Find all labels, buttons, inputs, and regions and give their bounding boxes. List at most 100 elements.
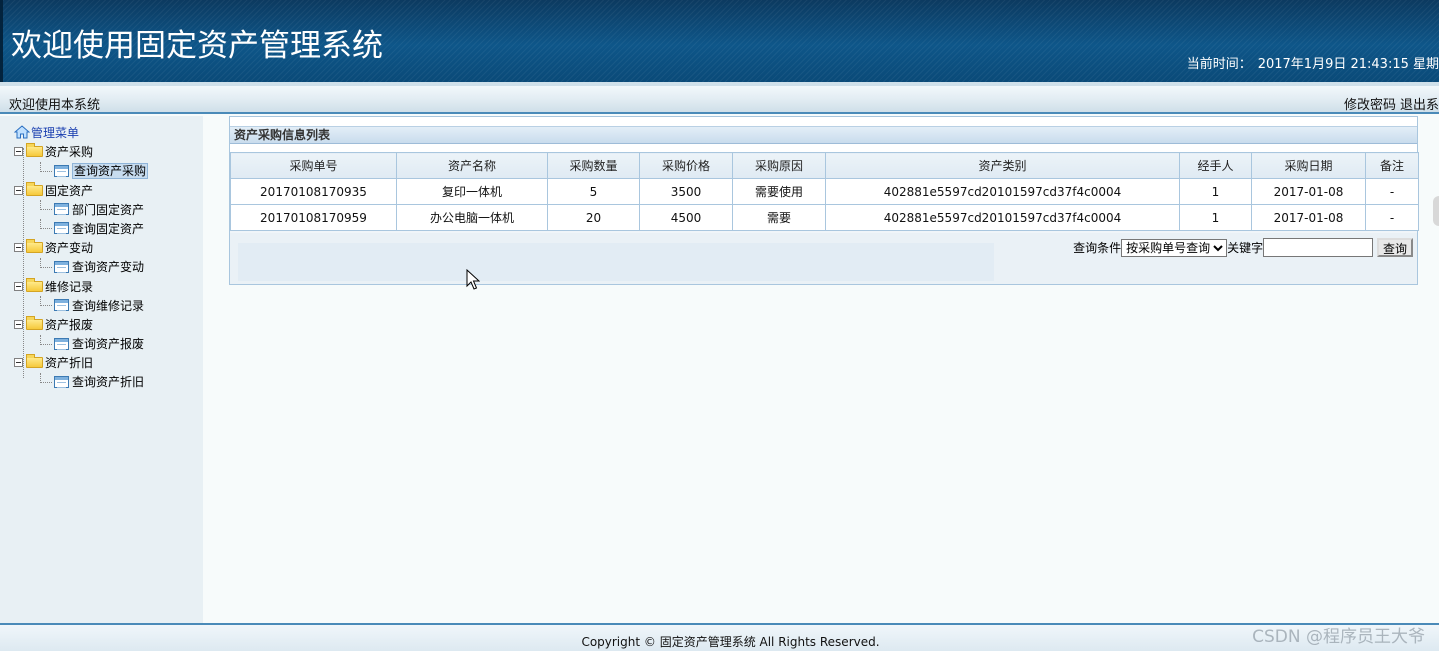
search-bar: 查询条件 按采购单号查询 关键字 查询	[230, 233, 1417, 284]
tree-root[interactable]: 管理菜单	[14, 124, 148, 143]
table-header-row: 采购单号 资产名称 采购数量 采购价格 采购原因 资产类别 经手人 采购日期 备…	[230, 152, 1419, 179]
collapse-icon[interactable]	[14, 243, 23, 253]
folder-icon	[26, 315, 43, 330]
page-icon	[54, 337, 69, 350]
table-cell: 3500	[639, 178, 733, 205]
col-header: 采购数量	[547, 152, 640, 179]
copyright-text: Copyright © 固定资产管理系统 All Rights Reserved…	[581, 635, 880, 649]
tree-group-label: 维修记录	[45, 279, 94, 294]
table-cell: 20170108170935	[230, 178, 397, 205]
sidebar: 管理菜单 资产采购 查询资产采购 固定资产 部门固定资产 查询固定资产 资产变动…	[0, 116, 203, 623]
page-icon	[54, 260, 69, 273]
table-cell: -	[1365, 178, 1419, 205]
table-cell: 需要使用	[732, 178, 826, 205]
table-cell: 需要	[732, 204, 826, 231]
footer: Copyright © 固定资产管理系统 All Rights Reserved…	[0, 623, 1439, 651]
tree-item-query-depreciation[interactable]: 查询资产折旧	[14, 372, 148, 392]
search-button[interactable]: 查询	[1377, 238, 1413, 257]
table-cell: 402881e5597cd20101597cd37f4c0004	[825, 178, 1180, 205]
system-title: 欢迎使用固定资产管理系统	[11, 28, 383, 64]
tree-item-query-repair[interactable]: 查询维修记录	[14, 296, 148, 316]
table-cell: 4500	[639, 204, 733, 231]
table-cell: 5	[547, 178, 640, 205]
tree-group-depreciation[interactable]: 资产折旧	[14, 354, 148, 373]
tree-item-label: 查询固定资产	[72, 221, 145, 236]
user-actions: 修改密码 退出系	[1340, 94, 1439, 113]
page-icon	[54, 299, 69, 312]
collapse-icon[interactable]	[14, 185, 23, 195]
tree-item-label: 查询资产变动	[72, 260, 145, 275]
condition-label: 查询条件	[1073, 241, 1122, 255]
table-cell: 2017-01-08	[1251, 204, 1366, 231]
tree-group-label: 资产采购	[45, 145, 94, 160]
table-cell: 办公电脑一体机	[396, 204, 548, 231]
nav-bar: 欢迎使用本系统 修改密码 退出系	[0, 82, 1439, 114]
current-time: 当前时间： 2017年1月9日 21:43:15 星期	[1187, 53, 1439, 72]
panel-title: 资产采购信息列表	[230, 126, 1417, 144]
table-cell: -	[1365, 204, 1419, 231]
tree-group-repair[interactable]: 维修记录	[14, 277, 148, 297]
tree-root-label: 管理菜单	[31, 126, 80, 140]
collapse-icon[interactable]	[14, 281, 23, 291]
mouse-cursor-icon	[466, 269, 480, 290]
logout-link[interactable]: 退出系	[1400, 98, 1439, 113]
table-cell: 20170108170959	[230, 204, 397, 231]
table-row[interactable]: 20170108170935 复印一体机 5 3500 需要使用 402881e…	[230, 178, 1419, 205]
purchase-list-panel: 资产采购信息列表 采购单号 资产名称 采购数量 采购价格 采购原因 资产类别 经…	[229, 116, 1419, 285]
table-cell: 402881e5597cd20101597cd37f4c0004	[825, 204, 1180, 231]
col-header: 采购单号	[230, 152, 397, 179]
tree-group-asset-purchase[interactable]: 资产采购	[14, 143, 148, 162]
col-header: 资产名称	[396, 152, 548, 179]
folder-icon	[26, 181, 43, 196]
tree-group-label: 资产变动	[45, 241, 94, 256]
tree-item-query-purchase[interactable]: 查询资产采购	[14, 161, 149, 181]
tree-item-label: 查询资产折旧	[72, 375, 145, 390]
menu-tree: 管理菜单 资产采购 查询资产采购 固定资产 部门固定资产 查询固定资产 资产变动…	[14, 124, 149, 393]
page-icon	[54, 203, 69, 216]
table-cell: 复印一体机	[396, 178, 548, 205]
scroll-handle[interactable]	[1433, 196, 1439, 226]
tree-group-asset-change[interactable]: 资产变动	[14, 239, 148, 258]
tree-item-label: 部门固定资产	[72, 202, 145, 217]
tree-group-label: 资产报废	[45, 317, 94, 332]
time-value: 2017年1月9日 21:43:15 星期	[1257, 57, 1439, 72]
page-icon	[54, 375, 69, 388]
keyword-label: 关键字	[1227, 241, 1264, 255]
table-cell: 1	[1179, 204, 1252, 231]
tree-item-query-scrap[interactable]: 查询资产报废	[14, 334, 148, 354]
folder-icon	[26, 239, 43, 254]
table-cell: 1	[1179, 178, 1252, 205]
col-header: 备注	[1365, 152, 1419, 179]
folder-icon	[26, 354, 43, 369]
collapse-icon[interactable]	[14, 147, 23, 157]
welcome-text: 欢迎使用本系统	[9, 98, 101, 113]
search-form: 查询条件 按采购单号查询 关键字 查询	[1073, 238, 1413, 257]
tree-item-label: 查询资产报废	[72, 337, 145, 352]
tree-item-query-asset[interactable]: 查询固定资产	[14, 219, 148, 239]
table-cell: 2017-01-08	[1251, 178, 1366, 205]
tree-item-label: 查询资产采购	[72, 163, 149, 180]
watermark: CSDN @程序员王大爷	[1252, 627, 1425, 647]
col-header: 采购价格	[639, 152, 733, 179]
folder-icon	[26, 277, 43, 292]
home-icon	[14, 124, 30, 138]
collapse-icon[interactable]	[14, 319, 23, 329]
col-header: 采购原因	[732, 152, 826, 179]
change-password-link[interactable]: 修改密码	[1344, 98, 1396, 113]
tree-item-dept-asset[interactable]: 部门固定资产	[14, 200, 148, 220]
collapse-icon[interactable]	[14, 358, 23, 368]
col-header: 经手人	[1179, 152, 1252, 179]
tree-item-label: 查询维修记录	[72, 298, 145, 313]
top-banner: 欢迎使用固定资产管理系统 当前时间： 2017年1月9日 21:43:15 星期	[0, 0, 1439, 82]
condition-select[interactable]: 按采购单号查询	[1121, 238, 1228, 257]
tree-group-fixed-asset[interactable]: 固定资产	[14, 181, 148, 201]
tree-group-scrap[interactable]: 资产报废	[14, 315, 148, 335]
table-row[interactable]: 20170108170959 办公电脑一体机 20 4500 需要 402881…	[230, 204, 1419, 231]
keyword-input[interactable]	[1263, 238, 1374, 257]
col-header: 采购日期	[1251, 152, 1366, 179]
pager-area	[238, 243, 994, 281]
folder-icon	[26, 143, 43, 158]
tree-group-label: 固定资产	[45, 183, 94, 198]
tree-item-query-change[interactable]: 查询资产变动	[14, 257, 148, 277]
page-icon	[54, 164, 69, 177]
